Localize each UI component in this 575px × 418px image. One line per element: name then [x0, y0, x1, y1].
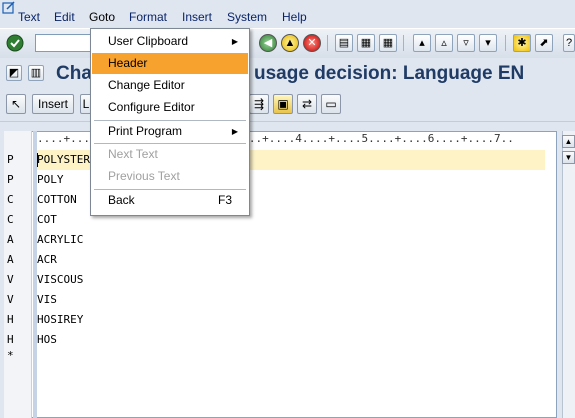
menu-item-header[interactable]: Header [92, 53, 248, 74]
line-text[interactable]: ACRYLIC [37, 230, 83, 250]
line-text[interactable]: POLYSTER [37, 150, 90, 170]
format-code[interactable]: C [7, 210, 14, 230]
format-code[interactable]: A [7, 250, 14, 270]
title-bar: ◩ ▥ Cha usage decision: Language EN [0, 58, 575, 91]
menu-item-shortcut: F3 [217, 193, 232, 207]
goto-menu: User Clipboard ▶ Header Change Editor Co… [90, 28, 250, 216]
application-toolbar: ↖ Insert L ⇶ ▣ ⇄ ▭ [0, 91, 575, 122]
move-icon[interactable]: ⇄ [297, 94, 317, 114]
format-code[interactable]: V [7, 270, 14, 290]
line-text[interactable]: VISCOUS [37, 270, 83, 290]
toolbar-separator [403, 35, 404, 51]
menu-item-label: User Clipboard [108, 34, 189, 48]
cancel-icon[interactable]: ✕ [303, 34, 321, 52]
menu-text[interactable]: Text [18, 10, 40, 24]
help-icon[interactable]: ? [563, 34, 575, 52]
line-text[interactable]: COTTON [37, 190, 77, 210]
menu-item-label: Previous Text [108, 169, 180, 183]
app-edit-icon[interactable] [2, 1, 16, 14]
vertical-scrollbar[interactable] [562, 131, 575, 418]
editor-line[interactable]: C COTTON [4, 190, 544, 210]
next-page-icon[interactable]: ▿ [457, 34, 475, 52]
enter-check-icon[interactable] [6, 34, 24, 52]
shortcut-icon[interactable]: ⬈ [535, 34, 553, 52]
menu-item-label: Configure Editor [108, 100, 195, 114]
menu-item-configure-editor[interactable]: Configure Editor [92, 97, 248, 118]
line-text[interactable]: VIS [37, 290, 57, 310]
menu-item-next-text: Next Text [92, 144, 248, 165]
find-icon[interactable]: ▦ [357, 34, 375, 52]
editor-line[interactable]: * [4, 350, 544, 370]
line-text[interactable]: ACR [37, 250, 57, 270]
create-session-icon[interactable]: ✱ [513, 34, 531, 52]
format-code[interactable]: A [7, 230, 14, 250]
back-icon[interactable]: ◀ [259, 34, 277, 52]
format-code[interactable]: * [7, 350, 14, 362]
editor-line[interactable]: P POLY [4, 170, 544, 190]
scroll-down-button[interactable]: ▼ [562, 151, 575, 164]
text-cursor [37, 153, 38, 167]
page-title-end: usage decision: Language EN [254, 63, 525, 84]
editor-line[interactable]: H HOS [4, 330, 544, 350]
editor-line[interactable]: V VIS [4, 290, 544, 310]
menu-system[interactable]: System [227, 10, 267, 24]
line-text[interactable]: HOS [37, 330, 57, 350]
format-code[interactable]: C [7, 190, 14, 210]
menu-item-change-editor[interactable]: Change Editor [92, 75, 248, 96]
toolbar-separator [327, 35, 328, 51]
format-code[interactable]: P [7, 170, 14, 190]
submenu-arrow-icon: ▶ [231, 127, 238, 136]
first-page-icon[interactable]: ▴ [413, 34, 431, 52]
format-code[interactable]: H [7, 310, 14, 330]
menu-item-user-clipboard[interactable]: User Clipboard ▶ [92, 31, 248, 52]
editor-line[interactable]: V VISCOUS [4, 270, 544, 290]
menu-format[interactable]: Format [129, 10, 167, 24]
split-line-icon[interactable]: ⇶ [249, 94, 269, 114]
clipboard-icon[interactable]: ▣ [273, 94, 293, 114]
editor-line[interactable]: P POLYSTER [4, 150, 544, 170]
editor-line[interactable]: C COT [4, 210, 544, 230]
display-change-icon[interactable]: ◩ [6, 65, 22, 81]
editor-line[interactable]: H HOSIREY [4, 310, 544, 330]
menu-item-label: Header [108, 56, 148, 70]
menu-item-label: Print Program [108, 124, 183, 138]
menu-bar: Text Edit Goto Format Insert System Help [0, 0, 575, 28]
menu-item-label: Next Text [108, 147, 158, 161]
print-icon[interactable]: ▤ [335, 34, 353, 52]
line-text[interactable]: HOSIREY [37, 310, 83, 330]
editor-line[interactable]: A ACR [4, 250, 544, 270]
command-field[interactable] [35, 34, 93, 52]
previous-page-icon[interactable]: ▵ [435, 34, 453, 52]
insert-button[interactable]: Insert [32, 94, 74, 114]
format-code[interactable]: V [7, 290, 14, 310]
page-title-start: Cha [56, 63, 92, 84]
last-page-icon[interactable]: ▾ [479, 34, 497, 52]
menu-goto[interactable]: Goto [89, 10, 115, 24]
menu-insert[interactable]: Insert [182, 10, 212, 24]
format-code[interactable]: H [7, 330, 14, 350]
submenu-arrow-icon: ▶ [231, 37, 238, 46]
exit-icon[interactable]: ▲ [281, 34, 299, 52]
format-code[interactable]: P [7, 150, 14, 170]
line-text[interactable]: POLY [37, 170, 64, 190]
toolbar-separator [505, 35, 506, 51]
menu-item-back[interactable]: Back F3 [92, 190, 248, 211]
document-icon[interactable]: ▥ [28, 65, 44, 81]
menu-item-label: Change Editor [108, 78, 185, 92]
line-text[interactable]: COT [37, 210, 57, 230]
standard-toolbar: ◀ ▲ ✕ ▤ ▦ ▦ ▴ ▵ ▿ ▾ ✱ ⬈ ? [0, 28, 575, 60]
scroll-up-button[interactable]: ▲ [562, 135, 575, 148]
select-cursor-icon[interactable]: ↖ [6, 94, 26, 114]
menu-edit[interactable]: Edit [54, 10, 75, 24]
editor-line[interactable]: A ACRYLIC [4, 230, 544, 250]
menu-item-previous-text: Previous Text [92, 166, 248, 187]
find-next-icon[interactable]: ▦ [379, 34, 397, 52]
comment-icon[interactable]: ▭ [321, 94, 341, 114]
menu-item-print-program[interactable]: Print Program ▶ [92, 121, 248, 142]
menu-item-label: Back [108, 193, 135, 207]
menu-help[interactable]: Help [282, 10, 307, 24]
